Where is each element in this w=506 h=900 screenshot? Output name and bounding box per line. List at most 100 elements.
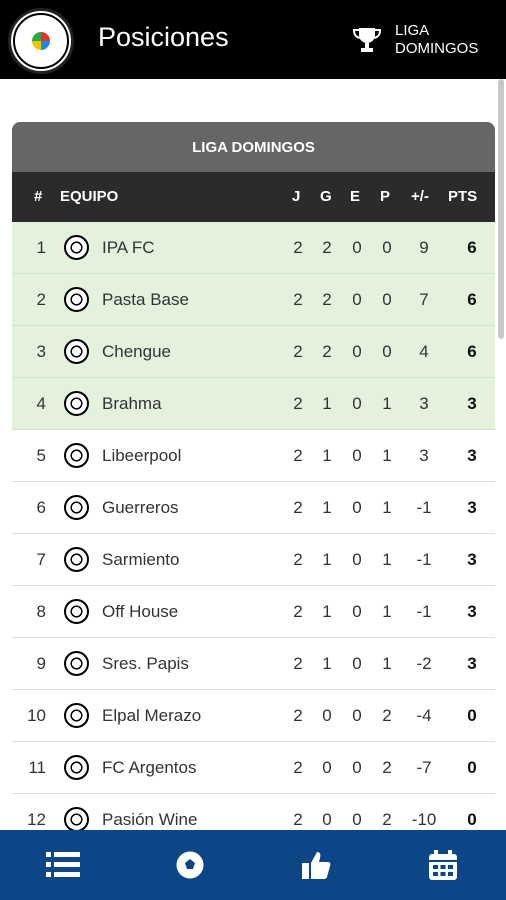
drawn-cell: 0 [352,342,362,361]
lost-cell: 0 [382,342,392,361]
col-header-position: # [34,188,43,205]
won-cell: 1 [322,550,332,569]
points-cell: 3 [467,498,477,517]
lost-cell: 2 [382,810,392,829]
played-cell: 2 [293,602,303,621]
team-name-cell: Sarmiento [102,550,180,569]
lost-cell: 0 [382,238,392,257]
drawn-cell: 0 [352,810,362,829]
played-cell: 2 [293,342,303,361]
team-badge-icon [64,807,89,830]
team-badge-icon [64,599,89,624]
table-row[interactable]: 10 Elpal Merazo 2 0 0 2 -4 0 [12,690,495,742]
position-cell: 4 [36,394,46,413]
points-cell: 3 [467,394,477,413]
position-cell: 11 [28,758,46,777]
table-row[interactable]: 4 Brahma 2 1 0 1 3 3 [12,378,495,430]
goal-diff-cell: -1 [416,498,432,517]
points-cell: 6 [467,342,477,361]
team-badge-icon [64,703,89,728]
goal-diff-cell: -10 [411,810,437,829]
position-cell: 2 [36,290,46,309]
team-badge-icon [64,443,89,468]
team-name-cell: Sres. Papis [102,654,189,673]
goal-diff-cell: -1 [416,602,432,621]
lost-cell: 1 [382,446,392,465]
won-cell: 0 [322,706,332,725]
won-cell: 1 [322,654,332,673]
drawn-cell: 0 [352,706,362,725]
team-name-cell: IPA FC [102,238,155,257]
table-row[interactable]: 6 Guerreros 2 1 0 1 -1 3 [12,482,495,534]
col-header-won: G [320,188,332,205]
played-cell: 2 [293,758,303,777]
position-cell: 10 [27,706,46,725]
drawn-cell: 0 [352,446,362,465]
team-badge-icon [64,339,89,364]
team-badge-icon [64,755,89,780]
drawn-cell: 0 [352,654,362,673]
league-selector[interactable]: LIGA DOMINGOS [395,22,478,58]
team-name-cell: Libeerpool [102,446,182,465]
bottom-navigation [0,830,506,900]
position-cell: 3 [36,342,46,361]
league-label-line2: DOMINGOS [395,40,479,57]
goal-diff-cell: -7 [416,758,432,777]
points-cell: 6 [467,238,477,257]
logo-ball-icon [32,32,50,50]
lost-cell: 1 [382,394,392,413]
team-name-cell: FC Argentos [102,758,197,777]
drawn-cell: 0 [352,290,362,309]
points-cell: 0 [467,810,477,829]
table-row[interactable]: 1 IPA FC 2 2 0 0 9 6 [12,222,495,274]
standings-table: LIGA DOMINGOS # EQUIPO J G E P +/- PTS 1… [12,122,495,830]
position-cell: 7 [36,550,46,569]
drawn-cell: 0 [352,238,362,257]
list-icon[interactable] [46,848,80,882]
table-row[interactable]: 2 Pasta Base 2 2 0 0 7 6 [12,274,495,326]
col-header-drawn: E [350,188,361,205]
col-header-goal-diff: +/- [411,188,429,205]
table-row[interactable]: 11 FC Argentos 2 0 0 2 -7 0 [12,742,495,794]
won-cell: 2 [322,238,332,257]
col-header-lost: P [380,188,391,205]
app-header: Posiciones LIGA DOMINGOS [0,0,506,79]
drawn-cell: 0 [352,550,362,569]
team-badge-icon [64,547,89,572]
main-content[interactable]: LIGA DOMINGOS # EQUIPO J G E P +/- PTS 1… [0,79,506,830]
team-badge-icon [64,391,89,416]
points-cell: 3 [467,550,477,569]
col-header-played: J [292,188,301,205]
lost-cell: 2 [382,758,392,777]
goal-diff-cell: 3 [419,394,429,413]
trophy-icon[interactable] [352,25,382,55]
points-cell: 0 [467,758,477,777]
table-row[interactable]: 7 Sarmiento 2 1 0 1 -1 3 [12,534,495,586]
goal-diff-cell: 9 [419,238,429,257]
table-header-row: # EQUIPO J G E P +/- PTS [12,172,495,222]
thumbs-up-icon[interactable] [299,848,333,882]
team-name-cell: Chengue [102,342,172,361]
played-cell: 2 [293,654,303,673]
table-row[interactable]: 12 Pasión Wine 2 0 0 2 -10 0 [12,794,495,830]
points-cell: 3 [467,446,477,465]
position-cell: 8 [36,602,46,621]
calendar-icon[interactable] [426,848,460,882]
table-row[interactable]: 8 Off House 2 1 0 1 -1 3 [12,586,495,638]
team-name-cell: Guerreros [102,498,179,517]
table-row[interactable]: 3 Chengue 2 2 0 0 4 6 [12,326,495,378]
played-cell: 2 [293,394,303,413]
points-cell: 0 [467,706,477,725]
tournament-logo[interactable] [8,8,74,74]
won-cell: 2 [322,342,332,361]
scrollbar[interactable] [498,79,504,339]
drawn-cell: 0 [352,498,362,517]
table-row[interactable]: 5 Libeerpool 2 1 0 1 3 3 [12,430,495,482]
soccer-ball-icon[interactable] [173,848,207,882]
played-cell: 2 [293,810,303,829]
table-row[interactable]: 9 Sres. Papis 2 1 0 1 -2 3 [12,638,495,690]
col-header-points: PTS [448,188,478,205]
table-body: 1 IPA FC 2 2 0 0 9 6 2 Pasta Base 2 2 0 0 7 6 3 Chengue 2 2… [12,222,495,830]
team-name-cell: Pasta Base [102,290,189,309]
won-cell: 1 [322,602,332,621]
